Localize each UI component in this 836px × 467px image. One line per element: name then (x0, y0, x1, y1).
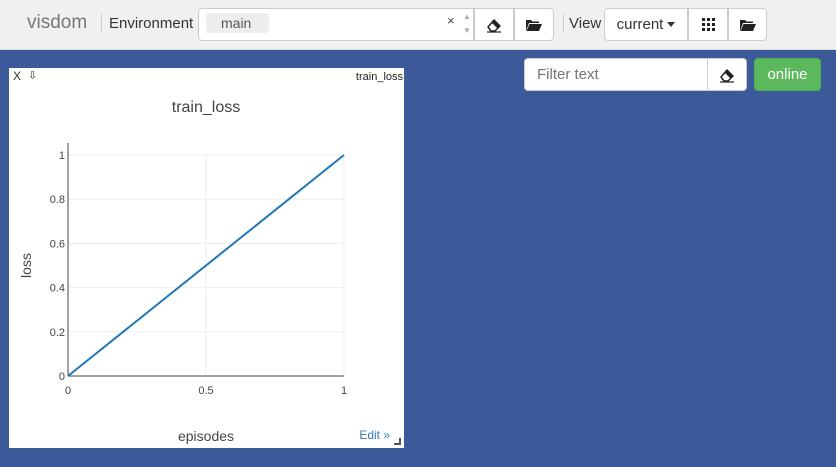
env-chip-main[interactable]: main (206, 13, 269, 33)
y-tick-label: 0.2 (50, 327, 65, 339)
manage-views-button[interactable] (728, 8, 767, 41)
plot-pane[interactable]: X ⇩ train_loss 0 0.2 0.4 0.6 0.8 1 0 0.5 1 train_… (9, 68, 404, 448)
spin-up-icon[interactable]: ▲ (463, 12, 471, 21)
clear-env-button[interactable] (474, 8, 514, 41)
view-selected-label: current (616, 16, 664, 33)
y-tick-label: 0.4 (50, 283, 65, 295)
spin-down-icon[interactable]: ▼ (463, 26, 471, 35)
x-tick-label: 1 (341, 385, 347, 397)
clear-filter-button[interactable] (707, 58, 747, 91)
connection-status-button[interactable]: online (754, 58, 821, 91)
navbar-divider (563, 14, 564, 33)
line-chart[interactable]: 0 0.2 0.4 0.6 0.8 1 0 0.5 1 train_loss episodes los… (9, 68, 404, 448)
y-tick-label: 0.8 (50, 194, 65, 206)
y-tick-label: 0.6 (50, 238, 65, 250)
repack-layout-button[interactable] (688, 8, 728, 41)
edit-plot-link[interactable]: Edit » (359, 428, 390, 442)
y-tick-label: 1 (59, 150, 65, 162)
view-label: View (569, 15, 602, 32)
eraser-icon (720, 68, 734, 83)
app-brand[interactable]: visdom (27, 12, 87, 34)
x-tick-label: 0 (65, 385, 71, 397)
manage-env-button[interactable] (514, 8, 554, 41)
filter-text-input[interactable] (524, 58, 708, 91)
navbar-divider (101, 14, 102, 33)
top-navbar: visdom Environment main × ▲ ▼ View curre… (0, 0, 836, 50)
x-axis-label: episodes (178, 428, 234, 444)
env-clear-icon[interactable]: × (447, 13, 455, 28)
y-tick-label: 0 (59, 371, 65, 383)
environment-label: Environment (109, 15, 194, 32)
x-tick-label: 0.5 (198, 385, 213, 397)
y-axis-label: loss (18, 253, 34, 278)
resize-handle-icon[interactable] (394, 438, 401, 445)
eraser-icon (487, 18, 501, 33)
grid-icon (701, 18, 715, 31)
folder-open-icon (739, 19, 756, 31)
chart-title: train_loss (172, 99, 240, 116)
folder-open-icon (526, 19, 542, 31)
view-select[interactable]: current (604, 8, 688, 41)
caret-down-icon (667, 22, 676, 27)
environment-select[interactable]: main × ▲ ▼ (198, 8, 474, 41)
